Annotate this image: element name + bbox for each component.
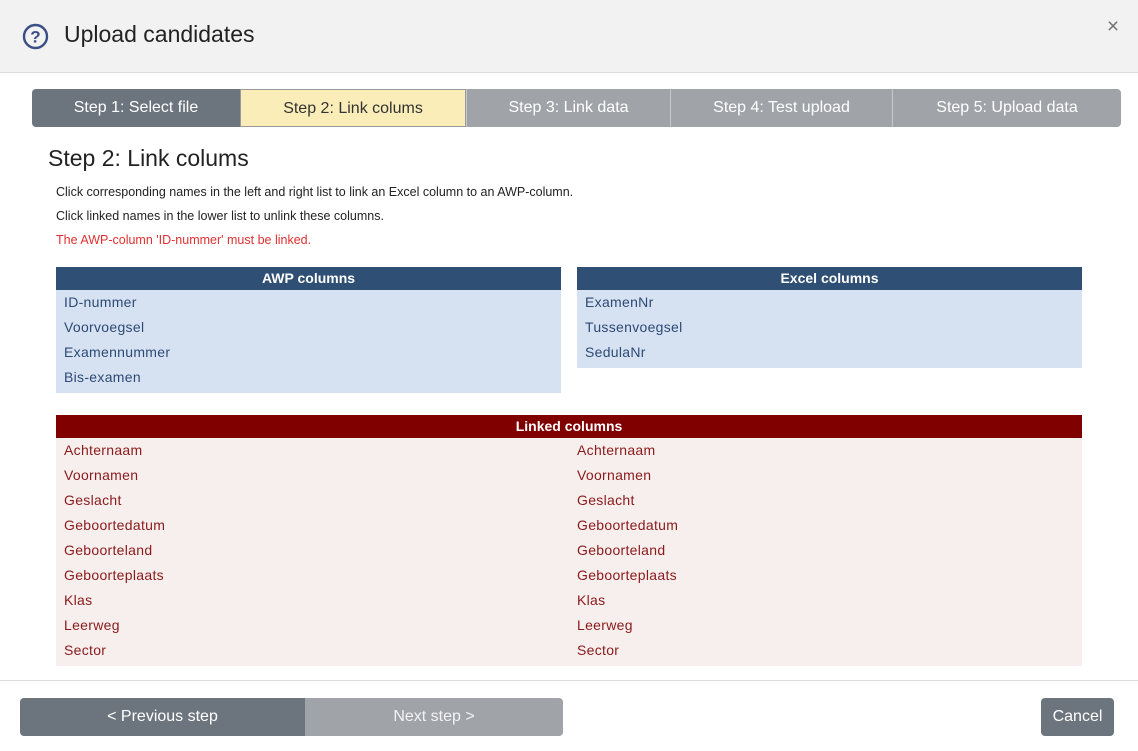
linked-row[interactable]: Geslacht Geslacht xyxy=(56,488,1082,513)
linked-excel-name: Geslacht xyxy=(577,492,635,508)
linked-awp-name: Geboorteplaats xyxy=(64,567,164,583)
linked-awp-name: Achternaam xyxy=(64,442,143,458)
list-item[interactable]: ID-nummer xyxy=(56,290,561,315)
list-item[interactable]: ExamenNr xyxy=(577,290,1082,315)
linked-row[interactable]: Geboortedatum Geboortedatum xyxy=(56,513,1082,538)
dialog-footer: < Previous step Next step > Cancel xyxy=(0,680,1138,751)
linked-awp-name: Sector xyxy=(64,642,107,658)
next-step-button[interactable]: Next step > xyxy=(305,698,563,736)
list-item[interactable]: Voorvoegsel xyxy=(56,315,561,340)
excel-columns-list: Excel columns ExamenNr Tussenvoegsel Sed… xyxy=(577,267,1082,368)
linked-awp-name: Klas xyxy=(64,592,93,608)
linked-excel-name: Voornamen xyxy=(577,467,652,483)
previous-step-button[interactable]: < Previous step xyxy=(20,698,305,736)
step-tabs: Step 1: Select file Step 2: Link colums … xyxy=(32,89,1121,127)
linked-row[interactable]: Sector Sector xyxy=(56,638,1082,663)
warning-text: The AWP-column 'ID-nummer' must be linke… xyxy=(56,233,312,247)
excel-columns-header: Excel columns xyxy=(577,267,1082,290)
tab-step-2[interactable]: Step 2: Link colums xyxy=(240,89,466,127)
info-text: Click linked names in the lower list to … xyxy=(56,209,384,223)
dialog-header: ? Upload candidates × xyxy=(0,0,1138,73)
linked-awp-name: Geboorteland xyxy=(64,542,153,558)
list-item[interactable]: Bis-examen xyxy=(56,365,561,390)
linked-row[interactable]: Geboorteland Geboorteland xyxy=(56,538,1082,563)
list-item[interactable]: Examennummer xyxy=(56,340,561,365)
linked-row[interactable]: Voornamen Voornamen xyxy=(56,463,1082,488)
linked-awp-name: Leerweg xyxy=(64,617,120,633)
tab-step-3[interactable]: Step 3: Link data xyxy=(466,89,670,127)
linked-excel-name: Geboortedatum xyxy=(577,517,679,533)
linked-row[interactable]: Klas Klas xyxy=(56,588,1082,613)
linked-columns-header: Linked columns xyxy=(56,415,1082,438)
info-text: Click corresponding names in the left an… xyxy=(56,185,574,199)
awp-columns-header: AWP columns xyxy=(56,267,561,290)
tab-step-5[interactable]: Step 5: Upload data xyxy=(892,89,1121,127)
linked-awp-name: Geboortedatum xyxy=(64,517,166,533)
linked-row[interactable]: Leerweg Leerweg xyxy=(56,613,1082,638)
page-title: Step 2: Link colums xyxy=(48,145,249,171)
close-icon[interactable]: × xyxy=(1102,16,1124,38)
linked-row[interactable]: Geboorteplaats Geboorteplaats xyxy=(56,563,1082,588)
cancel-button[interactable]: Cancel xyxy=(1041,698,1114,736)
dialog-title: Upload candidates xyxy=(64,21,255,47)
linked-excel-name: Leerweg xyxy=(577,617,633,633)
linked-excel-name: Sector xyxy=(577,642,620,658)
question-circle-icon: ? xyxy=(22,23,49,50)
linked-excel-name: Klas xyxy=(577,592,606,608)
linked-columns-list: Linked columns Achternaam Achternaam Voor… xyxy=(56,415,1082,666)
tab-step-1[interactable]: Step 1: Select file xyxy=(32,89,240,127)
linked-awp-name: Geslacht xyxy=(64,492,122,508)
list-item[interactable]: Tussenvoegsel xyxy=(577,315,1082,340)
awp-columns-list: AWP columns ID-nummer Voorvoegsel Examen… xyxy=(56,267,561,393)
linked-excel-name: Achternaam xyxy=(577,442,656,458)
tab-step-4[interactable]: Step 4: Test upload xyxy=(670,89,892,127)
linked-row[interactable]: Achternaam Achternaam xyxy=(56,438,1082,463)
linked-excel-name: Geboorteplaats xyxy=(577,567,677,583)
svg-text:?: ? xyxy=(30,28,40,47)
linked-awp-name: Voornamen xyxy=(64,467,139,483)
list-item[interactable]: SedulaNr xyxy=(577,340,1082,365)
linked-excel-name: Geboorteland xyxy=(577,542,666,558)
